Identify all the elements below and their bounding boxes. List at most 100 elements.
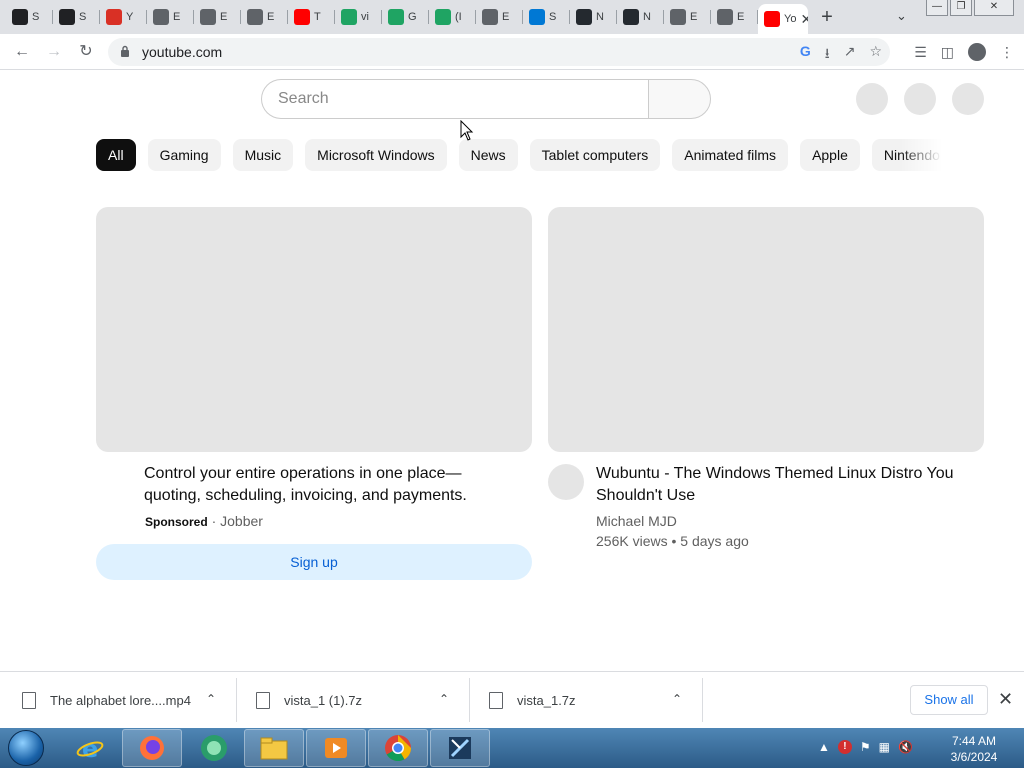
meta-separator: · — [211, 513, 217, 529]
browser-tab[interactable]: Yo ✕ — [758, 4, 808, 34]
media-player-icon[interactable] — [306, 729, 366, 767]
video-editor-icon[interactable] — [430, 729, 490, 767]
back-button[interactable]: ← — [12, 42, 32, 62]
close-tab-icon[interactable]: ✕ — [800, 11, 808, 28]
lock-icon — [121, 45, 129, 57]
install-icon[interactable]: ⭳ — [825, 43, 830, 67]
address-bar[interactable]: youtube.com G ⭳ ↗ ☆ — [108, 38, 890, 66]
video-title[interactable]: Wubuntu - The Windows Themed Linux Distr… — [596, 463, 954, 507]
browser-tab[interactable]: S — [6, 4, 53, 30]
restore-button[interactable]: ❐ — [950, 0, 972, 16]
side-panel-icon[interactable]: ◫ — [941, 44, 954, 61]
header-placeholder-button[interactable] — [904, 83, 936, 115]
filter-chip[interactable]: Gaming — [147, 139, 221, 171]
tab-title: S — [79, 11, 87, 23]
bookmark-star-icon[interactable]: ☆ — [869, 43, 882, 67]
filter-chip[interactable]: Tablet computers — [529, 139, 661, 171]
clock[interactable]: 7:44 AM 3/6/2024 — [944, 733, 1004, 765]
browser-tab[interactable]: E — [664, 4, 711, 30]
ad-thumbnail[interactable] — [96, 207, 532, 452]
profile-icon[interactable] — [968, 43, 986, 61]
browser-tab[interactable]: S — [53, 4, 100, 30]
channel-avatar[interactable] — [548, 464, 584, 500]
minimize-button[interactable]: — — [926, 0, 948, 16]
filter-chip[interactable]: All — [96, 139, 136, 171]
search-box[interactable] — [261, 79, 649, 119]
tab-title: vi — [361, 11, 369, 23]
browser-tab[interactable]: E — [476, 4, 523, 30]
reload-button[interactable]: ↻ — [76, 42, 96, 62]
download-item[interactable]: The alphabet lore....mp4 — [22, 672, 232, 728]
advertiser-name[interactable]: Jobber — [220, 513, 263, 529]
download-filename: vista_1 (1).7z — [284, 692, 363, 708]
firefox-icon[interactable] — [122, 729, 182, 767]
search-input[interactable] — [262, 80, 649, 118]
filter-chips-bar: All Gaming Music Microsoft Windows News Table… — [96, 139, 944, 171]
filter-chip[interactable]: Animated films — [672, 139, 789, 171]
browser-tab[interactable]: E — [241, 4, 288, 30]
browser-tab[interactable]: (I — [429, 4, 476, 30]
show-all-button[interactable]: Show all — [910, 685, 988, 715]
chevron-up-icon[interactable]: ⌃ — [672, 692, 682, 706]
meta-separator: • — [671, 533, 677, 549]
download-item[interactable]: vista_1 (1).7z — [256, 672, 456, 728]
file-icon — [22, 691, 36, 709]
tab-title: T — [314, 11, 321, 23]
chevron-up-icon[interactable]: ⌃ — [439, 692, 449, 706]
share-icon[interactable]: ↗ — [844, 43, 856, 67]
browser-tab[interactable]: G — [382, 4, 429, 30]
new-tab-button[interactable]: + — [816, 6, 838, 28]
browser-tab[interactable]: Y — [100, 4, 147, 30]
clock-time: 7:44 AM — [951, 734, 997, 748]
youtube-icon — [764, 11, 780, 27]
channel-name[interactable]: Michael MJD — [596, 513, 677, 529]
download-item[interactable]: vista_1.7z — [489, 672, 689, 728]
browser-tab[interactable]: N — [617, 4, 664, 30]
ad-title[interactable]: Control your entire operations in one pl… — [144, 463, 467, 507]
url-text: youtube.com — [142, 44, 223, 60]
chevron-up-icon[interactable]: ⌃ — [206, 692, 216, 706]
tab-title: (I — [455, 11, 462, 23]
filter-chip[interactable]: Music — [232, 139, 294, 171]
close-downloads-icon[interactable]: ✕ — [998, 689, 1013, 710]
internet-explorer-icon[interactable]: e — [60, 729, 120, 767]
tab-search-chevron-icon[interactable]: ⌄ — [896, 8, 907, 24]
start-button[interactable] — [8, 730, 44, 766]
show-hidden-icons-icon[interactable]: ▲ — [818, 740, 830, 754]
header-placeholder-button[interactable] — [952, 83, 984, 115]
filter-chip[interactable]: Microsoft Windows — [305, 139, 447, 171]
tab-title: N — [643, 11, 651, 23]
search-button[interactable] — [648, 79, 711, 119]
browser-tab[interactable]: E — [147, 4, 194, 30]
edge-icon — [529, 9, 545, 25]
browser-tab[interactable]: T — [288, 4, 335, 30]
tab-title: N — [596, 11, 604, 23]
window-controls: — ❐ ✕ — [926, 0, 1014, 16]
ad-title-line: Control your entire operations in one pl… — [144, 465, 462, 482]
forward-button[interactable]: → — [44, 42, 64, 62]
sign-up-button[interactable]: Sign up — [96, 544, 532, 580]
flag-icon[interactable]: ⚑ — [860, 740, 871, 754]
file-explorer-icon[interactable] — [244, 729, 304, 767]
chat-app-icon[interactable] — [184, 729, 244, 767]
filter-chip[interactable]: News — [458, 139, 518, 171]
browser-tab[interactable]: E — [711, 4, 758, 30]
video-title-line: Wubuntu - The Windows Themed Linux Distr… — [596, 465, 954, 482]
video-thumbnail[interactable] — [548, 207, 984, 452]
chrome-icon[interactable] — [368, 729, 428, 767]
menu-icon[interactable]: ⋮ — [1000, 44, 1014, 61]
volume-muted-icon[interactable]: 🔇 — [898, 740, 913, 754]
tab-title: E — [173, 11, 181, 23]
browser-tab[interactable]: S — [523, 4, 570, 30]
network-icon[interactable]: ▦ — [879, 740, 890, 754]
browser-tab[interactable]: vi — [335, 4, 382, 30]
google-icon[interactable]: G — [800, 43, 811, 67]
ad-title-line: quoting, scheduling, invoicing, and paym… — [144, 487, 467, 504]
filter-chip[interactable]: Apple — [800, 139, 860, 171]
header-placeholder-button[interactable] — [856, 83, 888, 115]
browser-tab[interactable]: N — [570, 4, 617, 30]
close-window-button[interactable]: ✕ — [974, 0, 1014, 16]
browser-tab[interactable]: E — [194, 4, 241, 30]
alert-icon[interactable]: ! — [837, 740, 852, 754]
media-controls-icon[interactable]: ☰ — [914, 44, 927, 61]
